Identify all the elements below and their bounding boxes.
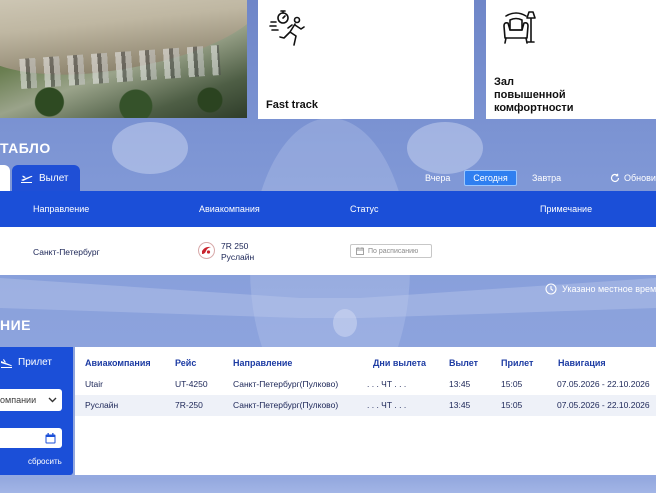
row-depart: 13:45 xyxy=(449,379,471,389)
col-note: Примечание xyxy=(540,204,593,214)
board-row-direction: Санкт-Петербург xyxy=(33,247,100,257)
row-airline: Utair xyxy=(85,379,103,389)
fast-track-title: Fast track xyxy=(266,99,318,111)
board-title: ТАБЛО xyxy=(0,140,51,156)
col-days: Дни вылета xyxy=(373,358,426,368)
tab-departures-label: Вылет xyxy=(39,172,69,184)
board-row-flight: 7R 250 Руслайн xyxy=(221,241,254,263)
board-row-airline: Руслайн xyxy=(221,252,255,262)
lounge-title-line-1: Зал xyxy=(494,76,514,88)
row-airline: Руслайн xyxy=(85,400,119,410)
lounge-title-line-2: повышенной xyxy=(494,89,566,101)
col-direction: Направление xyxy=(33,204,90,214)
plane-takeoff-icon xyxy=(21,175,33,183)
clock-icon xyxy=(545,283,557,295)
col-direction: Направление xyxy=(233,358,293,368)
row-days: . . . ЧТ . . . xyxy=(367,379,407,389)
status-badge-label: По расписанию xyxy=(368,247,419,255)
running-person-stopwatch-icon xyxy=(269,10,305,46)
row-arrive: 15:05 xyxy=(501,379,523,389)
row-depart: 13:45 xyxy=(449,400,471,410)
airport-aerial-photo xyxy=(0,0,247,118)
row-arrive: 15:05 xyxy=(501,400,523,410)
board-row-flight-number: 7R 250 xyxy=(221,241,249,251)
row-navigation: 07.05.2026 - 22.10.2026 xyxy=(557,379,650,389)
reset-filter-link[interactable]: сбросить xyxy=(28,457,62,466)
board-row[interactable]: Санкт-Петербург 7R 250 Руслайн По распис… xyxy=(0,227,656,275)
tab-arrivals-label: Прилет xyxy=(18,357,52,368)
rusline-logo-icon xyxy=(198,242,215,259)
row-direction: Санкт-Петербург(Пулково) xyxy=(233,400,339,410)
day-today-button[interactable]: Сегодня xyxy=(464,170,517,186)
status-badge: По расписанию xyxy=(350,244,432,258)
calendar-icon xyxy=(356,247,364,255)
col-navigation: Навигация xyxy=(558,358,606,368)
board-tab-row: Вылет Вчера Сегодня Завтра Обнови xyxy=(0,165,656,191)
board-table-header: Направление Авиакомпания Статус Примечан… xyxy=(0,191,656,227)
refresh-label: Обнови xyxy=(624,173,656,183)
calendar-icon xyxy=(45,432,56,443)
table-row[interactable]: Руслайн 7R-250 Санкт-Петербург(Пулково) … xyxy=(75,395,656,416)
row-direction: Санкт-Петербург(Пулково) xyxy=(233,379,339,389)
local-time-note-text: Указано местное врем xyxy=(562,284,656,294)
fast-track-card[interactable]: Fast track xyxy=(258,0,474,119)
schedule-title: НИЕ xyxy=(0,317,32,333)
table-row[interactable]: Utair UT-4250 Санкт-Петербург(Пулково) .… xyxy=(75,374,656,395)
col-status: Статус xyxy=(350,204,379,214)
tab-departures[interactable]: Вылет xyxy=(12,165,80,191)
refresh-icon xyxy=(610,173,620,183)
day-tomorrow-button[interactable]: Завтра xyxy=(532,170,561,186)
lounge-title-line-3: комфортности xyxy=(494,102,574,114)
footer-strip xyxy=(0,478,656,493)
arrival-tab-edge[interactable] xyxy=(0,165,10,191)
local-time-note: Указано местное врем xyxy=(545,283,656,295)
row-flight: 7R-250 xyxy=(175,400,203,410)
lounge-title: Зал повышенной комфортности xyxy=(494,76,574,115)
day-yesterday-button[interactable]: Вчера xyxy=(425,170,450,186)
date-input[interactable] xyxy=(0,428,62,448)
tab-arrivals[interactable]: Прилет xyxy=(0,357,52,368)
plane-landing-icon xyxy=(1,358,12,368)
schedule-filter-panel: Прилет xyxy=(0,347,73,475)
row-days: . . . ЧТ . . . xyxy=(367,400,407,410)
row-navigation: 07.05.2026 - 22.10.2026 xyxy=(557,400,650,410)
chevron-down-icon xyxy=(48,397,57,403)
lounge-card[interactable]: Зал повышенной комфортности xyxy=(486,0,656,119)
airline-select[interactable]: омпании xyxy=(0,389,62,411)
col-flight: Рейс xyxy=(175,358,197,368)
row-flight: UT-4250 xyxy=(175,379,208,389)
col-airline: Авиакомпания xyxy=(199,204,260,214)
refresh-button[interactable]: Обнови xyxy=(610,170,656,186)
armchair-lamp-icon xyxy=(503,11,536,44)
col-airline: Авиакомпания xyxy=(85,358,151,368)
col-arrive: Прилет xyxy=(501,358,534,368)
trees xyxy=(0,78,247,118)
airline-select-value: омпании xyxy=(0,395,37,405)
col-depart: Вылет xyxy=(449,358,479,368)
